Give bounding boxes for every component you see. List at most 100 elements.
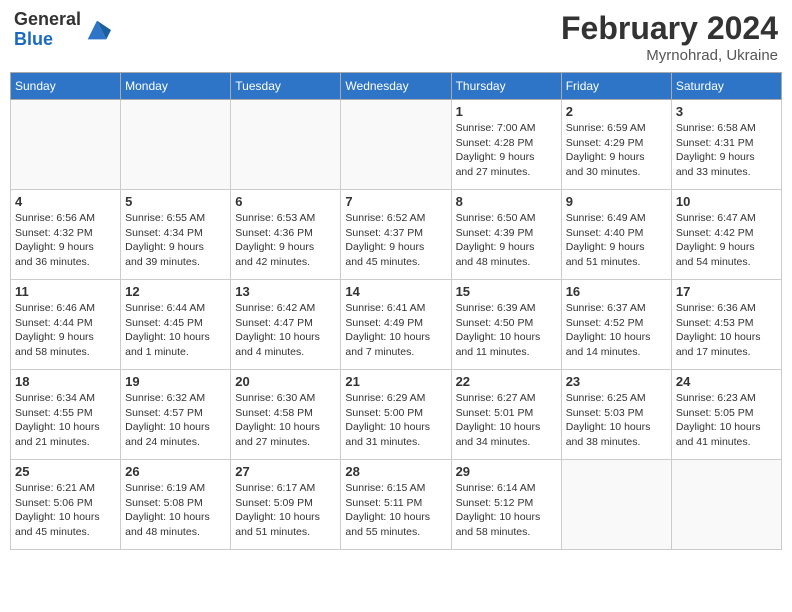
- day-info: Sunrise: 6:47 AMSunset: 4:42 PMDaylight:…: [676, 211, 777, 270]
- calendar-day-cell: 18 Sunrise: 6:34 AMSunset: 4:55 PMDayligh…: [11, 370, 121, 460]
- day-info: Sunrise: 6:34 AMSunset: 4:55 PMDaylight:…: [15, 391, 116, 450]
- days-of-week-row: SundayMondayTuesdayWednesdayThursdayFrid…: [11, 73, 782, 100]
- day-info: Sunrise: 6:59 AMSunset: 4:29 PMDaylight:…: [566, 121, 667, 180]
- logo-blue-text: Blue: [14, 30, 81, 50]
- calendar-day-cell: 27 Sunrise: 6:17 AMSunset: 5:09 PMDayligh…: [231, 460, 341, 550]
- day-number: 5: [125, 194, 226, 209]
- day-info: Sunrise: 6:44 AMSunset: 4:45 PMDaylight:…: [125, 301, 226, 360]
- calendar-day-cell: 8Sunrise: 6:50 AMSunset: 4:39 PMDaylight…: [451, 190, 561, 280]
- calendar-day-cell: 7 Sunrise: 6:52 AMSunset: 4:37 PMDaylight…: [341, 190, 451, 280]
- calendar-day-cell: 13Sunrise: 6:42 AMSunset: 4:47 PMDayligh…: [231, 280, 341, 370]
- day-info: Sunrise: 6:55 AMSunset: 4:34 PMDaylight:…: [125, 211, 226, 270]
- calendar-day-cell: 1Sunrise: 7:00 AMSunset: 4:28 PMDaylight…: [451, 100, 561, 190]
- day-info: Sunrise: 6:37 AMSunset: 4:52 PMDaylight:…: [566, 301, 667, 360]
- title-block: February 2024 Myrnohrad, Ukraine: [561, 10, 778, 64]
- calendar-week-row: 1Sunrise: 7:00 AMSunset: 4:28 PMDaylight…: [11, 100, 782, 190]
- day-info: Sunrise: 6:14 AMSunset: 5:12 PMDaylight:…: [456, 481, 557, 540]
- logo: General Blue: [14, 10, 111, 50]
- day-number: 18: [15, 374, 116, 389]
- calendar-day-cell: [231, 100, 341, 190]
- day-number: 14: [345, 284, 446, 299]
- day-info: Sunrise: 6:36 AMSunset: 4:53 PMDaylight:…: [676, 301, 777, 360]
- calendar-day-cell: 21Sunrise: 6:29 AMSunset: 5:00 PMDayligh…: [341, 370, 451, 460]
- calendar-day-cell: [11, 100, 121, 190]
- day-info: Sunrise: 6:29 AMSunset: 5:00 PMDaylight:…: [345, 391, 446, 450]
- calendar-week-row: 25Sunrise: 6:21 AMSunset: 5:06 PMDayligh…: [11, 460, 782, 550]
- calendar-day-cell: 20 Sunrise: 6:30 AMSunset: 4:58 PMDayligh…: [231, 370, 341, 460]
- calendar-day-cell: 6Sunrise: 6:53 AMSunset: 4:36 PMDaylight…: [231, 190, 341, 280]
- day-number: 20: [235, 374, 336, 389]
- calendar-day-cell: 25Sunrise: 6:21 AMSunset: 5:06 PMDayligh…: [11, 460, 121, 550]
- calendar-day-cell: 2 Sunrise: 6:59 AMSunset: 4:29 PMDaylight…: [561, 100, 671, 190]
- day-number: 28: [345, 464, 446, 479]
- day-number: 24: [676, 374, 777, 389]
- day-info: Sunrise: 6:49 AMSunset: 4:40 PMDaylight:…: [566, 211, 667, 270]
- calendar-day-cell: 3 Sunrise: 6:58 AMSunset: 4:31 PMDaylight…: [671, 100, 781, 190]
- day-number: 9: [566, 194, 667, 209]
- day-of-week-header: Friday: [561, 73, 671, 100]
- day-info: Sunrise: 6:56 AMSunset: 4:32 PMDaylight:…: [15, 211, 116, 270]
- day-info: Sunrise: 6:58 AMSunset: 4:31 PMDaylight:…: [676, 121, 777, 180]
- day-number: 7: [345, 194, 446, 209]
- calendar-header: SundayMondayTuesdayWednesdayThursdayFrid…: [11, 73, 782, 100]
- day-of-week-header: Saturday: [671, 73, 781, 100]
- day-of-week-header: Tuesday: [231, 73, 341, 100]
- day-number: 3: [676, 104, 777, 119]
- calendar-day-cell: 12 Sunrise: 6:44 AMSunset: 4:45 PMDayligh…: [121, 280, 231, 370]
- day-info: Sunrise: 6:27 AMSunset: 5:01 PMDaylight:…: [456, 391, 557, 450]
- day-number: 22: [456, 374, 557, 389]
- calendar-day-cell: 14 Sunrise: 6:41 AMSunset: 4:49 PMDayligh…: [341, 280, 451, 370]
- location-subtitle: Myrnohrad, Ukraine: [561, 47, 778, 64]
- day-number: 26: [125, 464, 226, 479]
- day-number: 25: [15, 464, 116, 479]
- calendar-day-cell: 29Sunrise: 6:14 AMSunset: 5:12 PMDayligh…: [451, 460, 561, 550]
- day-number: 27: [235, 464, 336, 479]
- calendar-table: SundayMondayTuesdayWednesdayThursdayFrid…: [10, 72, 782, 550]
- day-number: 13: [235, 284, 336, 299]
- day-info: Sunrise: 7:00 AMSunset: 4:28 PMDaylight:…: [456, 121, 557, 180]
- day-of-week-header: Sunday: [11, 73, 121, 100]
- day-info: Sunrise: 6:19 AMSunset: 5:08 PMDaylight:…: [125, 481, 226, 540]
- calendar-day-cell: 22 Sunrise: 6:27 AMSunset: 5:01 PMDayligh…: [451, 370, 561, 460]
- calendar-day-cell: 4 Sunrise: 6:56 AMSunset: 4:32 PMDaylight…: [11, 190, 121, 280]
- calendar-day-cell: 24Sunrise: 6:23 AMSunset: 5:05 PMDayligh…: [671, 370, 781, 460]
- day-number: 17: [676, 284, 777, 299]
- day-info: Sunrise: 6:50 AMSunset: 4:39 PMDaylight:…: [456, 211, 557, 270]
- calendar-day-cell: 26 Sunrise: 6:19 AMSunset: 5:08 PMDayligh…: [121, 460, 231, 550]
- day-number: 4: [15, 194, 116, 209]
- calendar-day-cell: [341, 100, 451, 190]
- calendar-day-cell: 11Sunrise: 6:46 AMSunset: 4:44 PMDayligh…: [11, 280, 121, 370]
- calendar-day-cell: 5 Sunrise: 6:55 AMSunset: 4:34 PMDaylight…: [121, 190, 231, 280]
- calendar-day-cell: 17 Sunrise: 6:36 AMSunset: 4:53 PMDayligh…: [671, 280, 781, 370]
- day-number: 10: [676, 194, 777, 209]
- calendar-week-row: 18 Sunrise: 6:34 AMSunset: 4:55 PMDayligh…: [11, 370, 782, 460]
- month-year-title: February 2024: [561, 10, 778, 47]
- calendar-week-row: 11Sunrise: 6:46 AMSunset: 4:44 PMDayligh…: [11, 280, 782, 370]
- day-info: Sunrise: 6:32 AMSunset: 4:57 PMDaylight:…: [125, 391, 226, 450]
- calendar-day-cell: 28Sunrise: 6:15 AMSunset: 5:11 PMDayligh…: [341, 460, 451, 550]
- day-number: 23: [566, 374, 667, 389]
- day-info: Sunrise: 6:17 AMSunset: 5:09 PMDaylight:…: [235, 481, 336, 540]
- calendar-body: 1Sunrise: 7:00 AMSunset: 4:28 PMDaylight…: [11, 100, 782, 550]
- day-info: Sunrise: 6:52 AMSunset: 4:37 PMDaylight:…: [345, 211, 446, 270]
- day-number: 12: [125, 284, 226, 299]
- calendar-day-cell: 16 Sunrise: 6:37 AMSunset: 4:52 PMDayligh…: [561, 280, 671, 370]
- day-info: Sunrise: 6:53 AMSunset: 4:36 PMDaylight:…: [235, 211, 336, 270]
- calendar-day-cell: 10 Sunrise: 6:47 AMSunset: 4:42 PMDayligh…: [671, 190, 781, 280]
- logo-icon: [83, 16, 111, 44]
- day-number: 15: [456, 284, 557, 299]
- calendar-day-cell: 19Sunrise: 6:32 AMSunset: 4:57 PMDayligh…: [121, 370, 231, 460]
- calendar-day-cell: [121, 100, 231, 190]
- day-info: Sunrise: 6:25 AMSunset: 5:03 PMDaylight:…: [566, 391, 667, 450]
- page-header: General Blue February 2024 Myrnohrad, Uk…: [10, 10, 782, 64]
- calendar-day-cell: [561, 460, 671, 550]
- day-of-week-header: Monday: [121, 73, 231, 100]
- day-info: Sunrise: 6:46 AMSunset: 4:44 PMDaylight:…: [15, 301, 116, 360]
- day-of-week-header: Wednesday: [341, 73, 451, 100]
- day-number: 2: [566, 104, 667, 119]
- calendar-day-cell: 9 Sunrise: 6:49 AMSunset: 4:40 PMDaylight…: [561, 190, 671, 280]
- calendar-day-cell: [671, 460, 781, 550]
- day-info: Sunrise: 6:41 AMSunset: 4:49 PMDaylight:…: [345, 301, 446, 360]
- day-info: Sunrise: 6:30 AMSunset: 4:58 PMDaylight:…: [235, 391, 336, 450]
- day-number: 16: [566, 284, 667, 299]
